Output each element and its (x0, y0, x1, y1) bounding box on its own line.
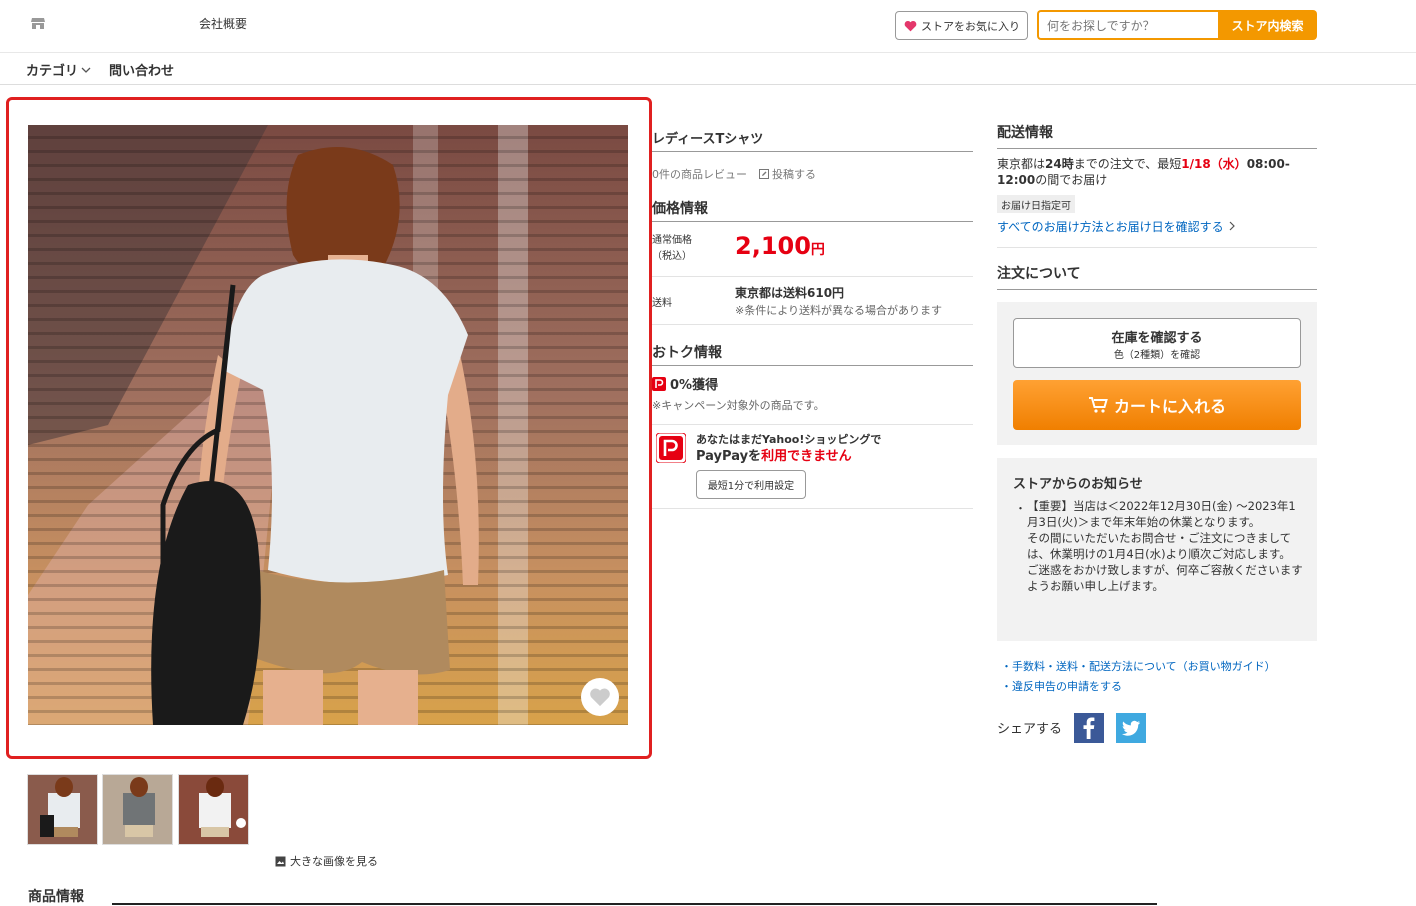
thumbnail-image (103, 775, 172, 844)
thumbnail-image (28, 775, 97, 844)
paypay-logo-icon (656, 433, 686, 463)
check-stock-button[interactable]: 在庫を確認する 色（2種類）を確認 (1013, 318, 1301, 368)
shipping-note: ※条件により送料が異なる場合があります (735, 304, 942, 317)
shopping-guide-label: 手数料・送料・配送方法について（お買い物ガイド） (1012, 660, 1276, 673)
product-info-heading: 商品情報 (28, 889, 84, 905)
chevron-right-icon (1229, 221, 1235, 231)
check-stock-label: 在庫を確認する (1111, 331, 1203, 346)
price-info-heading: 価格情報 (652, 198, 973, 222)
product-title: レディースTシャツ (652, 128, 973, 152)
add-to-cart-label: カートに入れる (1113, 397, 1226, 416)
post-review-link[interactable]: 投稿する (759, 166, 816, 182)
paypay-icon (652, 376, 666, 391)
notice-line-1: 【重要】当店は＜2022年12月30日(金) ～2023年1月3日(火)＞まで年… (1027, 499, 1296, 529)
divider (652, 324, 973, 325)
delivery-date-tag: お届け日指定可 (997, 195, 1075, 213)
thumbnail-1[interactable] (27, 774, 98, 845)
delivery-text-6: の間でお届け (1035, 173, 1108, 187)
search-placeholder: 何をお探しですか？ (1047, 18, 1155, 33)
shipping-value: 東京都は送料610円 (735, 286, 845, 300)
pencil-icon (759, 169, 769, 179)
price-yen: 円 (810, 242, 825, 258)
regular-price-label: 通常価格 （税込） (652, 233, 692, 265)
paypay-unavailable: 利用できません (761, 449, 852, 464)
add-to-cart-button[interactable]: カートに入れる (1013, 380, 1301, 430)
twitter-share-button[interactable] (1116, 713, 1146, 743)
notice-line-2: その間にいただいたお問合せ・ご注文につきましては、休業明けの1月4日(水)より順… (1027, 531, 1292, 561)
twitter-icon (1122, 720, 1140, 736)
chevron-down-icon (81, 67, 91, 73)
image-icon (275, 856, 286, 866)
heart-icon (590, 688, 610, 707)
store-nav: カテゴリ 問い合わせ (0, 53, 1416, 85)
report-violation-link[interactable]: ・違反申告の申請をする (1001, 678, 1122, 694)
delivery-heading: 配送情報 (997, 122, 1317, 149)
paypay-status: PayPayを利用できません (696, 445, 852, 464)
paypay-prefix: PayPayを (696, 449, 762, 464)
facebook-icon (1083, 717, 1095, 739)
view-large-image-label: 大きな画像を見る (290, 855, 378, 868)
cart-icon (1088, 397, 1108, 413)
order-heading: 注文について (997, 263, 1317, 290)
category-menu[interactable]: カテゴリ (26, 60, 91, 79)
company-info-link[interactable]: 会社概要 (199, 15, 247, 32)
store-notice-title: ストアからのお知らせ (1013, 477, 1143, 492)
divider (112, 903, 1157, 905)
regular-price-label-1: 通常価格 (652, 235, 692, 246)
delivery-estimate: 東京都は24時までの注文で、最短1/18（水）08:00-12:00の間でお届け (997, 156, 1317, 188)
divider (652, 508, 973, 509)
points-row: 0%獲得 (652, 374, 718, 393)
favorite-item-button[interactable] (581, 678, 619, 716)
price-value: 2,100円 (735, 232, 825, 260)
divider (652, 424, 973, 425)
all-delivery-label: すべてのお届け方法とお届け日を確認する (997, 220, 1224, 234)
store-icon[interactable] (31, 17, 45, 30)
thumbnail-image (179, 775, 248, 844)
thumbnail-2[interactable] (102, 774, 173, 845)
check-stock-sublabel: 色（2種類）を確認 (1113, 350, 1201, 361)
highlight-frame (6, 97, 652, 759)
view-large-image-link[interactable]: 大きな画像を見る (275, 853, 378, 869)
regular-price-label-2: （税込） (652, 251, 692, 262)
review-row: 0件の商品レビュー 投稿する (652, 166, 816, 182)
points-note: ※キャンペーン対象外の商品です。 (652, 399, 825, 412)
shipping-label: 送料 (652, 298, 672, 309)
share-label: シェアする (997, 722, 1063, 737)
report-violation-label: 違反申告の申請をする (1012, 680, 1122, 693)
all-delivery-methods-link[interactable]: すべてのお届け方法とお届け日を確認する (997, 218, 1236, 235)
notice-line-3: ご迷惑をおかけ致しますが、何卒ご容赦くださいますようお願い申し上げます。 (1027, 563, 1303, 593)
store-search-input[interactable]: 何をお探しですか？ (1037, 10, 1218, 40)
delivery-text-1: 東京都は (997, 157, 1046, 171)
store-search-button[interactable]: ストア内検索 (1218, 10, 1317, 40)
divider (652, 276, 973, 277)
shopping-guide-link[interactable]: ・手数料・送料・配送方法について（お買い物ガイド） (1001, 658, 1276, 674)
price-amount: 2,100 (735, 232, 811, 260)
store-notice-body: 【重要】当店は＜2022年12月30日(金) ～2023年1月3日(火)＞まで年… (1013, 498, 1303, 594)
delivery-cutoff: 24時 (1045, 157, 1074, 171)
favorite-store-button[interactable]: ストアをお気に入り (895, 11, 1028, 40)
store-header: 会社概要 ストアをお気に入り 何をお探しですか？ ストア内検索 (0, 0, 1416, 53)
delivery-text-3: までの注文で、最短 (1073, 157, 1182, 171)
favorite-store-label: ストアをお気に入り (921, 19, 1020, 33)
paypay-setup-button[interactable]: 最短1分で利用設定 (696, 470, 806, 499)
deals-heading: おトク情報 (652, 342, 973, 366)
facebook-share-button[interactable] (1074, 713, 1104, 743)
category-label: カテゴリ (26, 64, 79, 79)
divider (997, 247, 1317, 248)
thumbnail-3[interactable] (178, 774, 249, 845)
contact-link[interactable]: 問い合わせ (109, 60, 174, 79)
review-count-link[interactable]: 0件の商品レビュー (652, 166, 747, 182)
post-review-label: 投稿する (772, 168, 816, 181)
heart-icon (904, 20, 917, 31)
delivery-date: 1/18（水） (1181, 157, 1247, 171)
points-value: 0%獲得 (670, 378, 719, 393)
